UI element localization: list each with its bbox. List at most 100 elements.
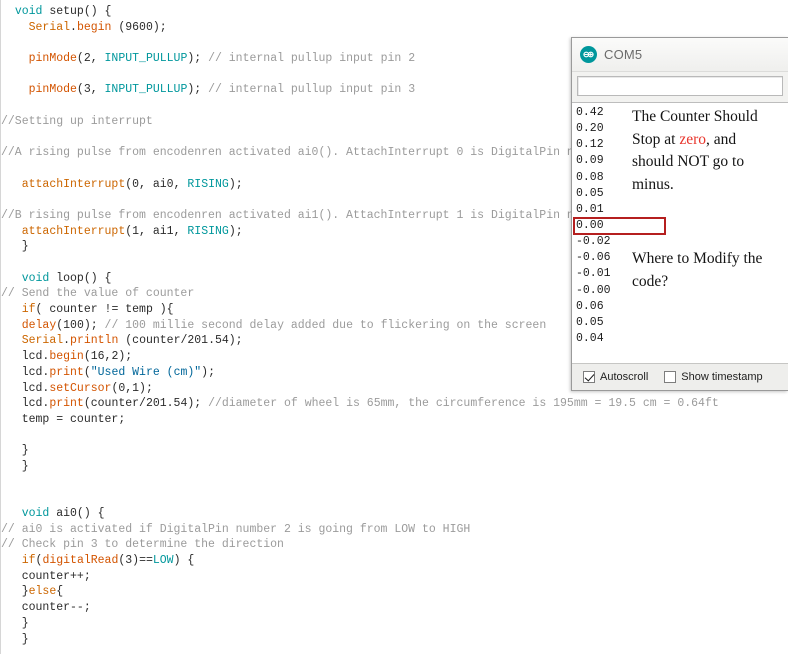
serial-value-row: 0.12	[576, 138, 604, 152]
show-timestamp-checkbox[interactable]: Show timestamp	[664, 371, 763, 383]
code-token: begin	[49, 350, 84, 364]
code-line: counter++;	[1, 569, 719, 585]
code-token: void	[21, 507, 50, 520]
code-token: delay	[21, 318, 57, 332]
code-token: lcd.	[21, 365, 50, 379]
code-token: }	[1, 616, 29, 630]
code-token: //B rising pulse from encodenren activat…	[1, 208, 595, 222]
code-token: void	[21, 271, 50, 285]
code-token: if	[21, 554, 36, 568]
code-line: }	[1, 632, 719, 648]
where-to-modify-note: Where to Modify the code?	[632, 248, 782, 293]
code-line: void ai0() {	[1, 506, 719, 522]
code-token: LOW	[152, 554, 174, 568]
code-token: }	[1, 585, 29, 599]
serial-send-row	[572, 72, 788, 102]
serial-value-row: -0.00	[576, 283, 611, 297]
code-token: // Send the value of counter	[1, 287, 195, 301]
code-token: attachInterrupt	[21, 177, 126, 191]
autoscroll-checkbox[interactable]: Autoscroll	[583, 371, 648, 383]
code-token: ai1	[152, 224, 174, 238]
code-token: // ai0 is activated if DigitalPin number…	[1, 522, 471, 536]
serial-value-row: -0.06	[576, 251, 611, 265]
code-token: Serial	[28, 20, 71, 34]
code-token: ai0	[152, 177, 174, 191]
code-token: );	[228, 224, 243, 238]
serial-value-row: -0.02	[576, 235, 611, 249]
serial-value-row: 0.42	[576, 106, 604, 119]
code-token: ) {	[173, 554, 195, 568]
code-token: (	[83, 365, 91, 379]
code-token: (16,2);	[83, 350, 133, 364]
code-token: INPUT_PULLUP	[104, 52, 188, 66]
code-token: lcd.	[21, 381, 50, 395]
annotation-accent-word: zero	[679, 130, 707, 148]
code-token: counter++;	[1, 569, 91, 583]
serial-value-row: -0.01	[576, 267, 611, 281]
serial-value-row: 0.04	[576, 331, 604, 345]
serial-monitor-footer: Autoscroll Show timestamp	[572, 363, 788, 390]
code-line: lcd.print(counter/201.54); //diameter of…	[1, 396, 719, 412]
code-token: digitalRead	[42, 554, 119, 568]
code-line: }	[1, 459, 719, 475]
code-token: );	[187, 52, 209, 66]
code-line: }else{	[1, 584, 719, 600]
code-token: ai0() {	[49, 507, 105, 520]
code-token: RISING	[187, 177, 229, 191]
code-line: temp = counter;	[1, 412, 719, 428]
code-token: print	[49, 397, 84, 411]
code-token: (counter/201.54);	[83, 397, 209, 411]
code-token: void	[14, 5, 43, 18]
checkbox-box-autoscroll[interactable]	[583, 371, 595, 383]
code-token: .	[63, 334, 71, 348]
serial-value-row: 0.01	[576, 202, 604, 216]
code-token: ( counter != temp ){	[35, 303, 174, 317]
code-token: setup	[49, 5, 84, 18]
code-token: lcd.	[21, 350, 50, 364]
arduino-infinity-icon	[580, 46, 597, 63]
code-line: Serial.begin (9600);	[1, 20, 719, 36]
checkbox-box-timestamp[interactable]	[664, 371, 677, 383]
serial-value-row: 0.05	[576, 315, 604, 329]
code-token: (1,	[125, 224, 153, 238]
serial-output-panel[interactable]: 0.42 0.20 0.12 0.09 0.08 0.05 0.01 0.00 -0.02 -0.…	[572, 102, 788, 363]
code-token: (0,1);	[111, 381, 153, 395]
code-token: }	[1, 444, 29, 458]
code-token: print	[49, 365, 84, 379]
code-token: (0,	[125, 177, 153, 191]
serial-monitor-window[interactable]: COM5 0.42 0.20 0.12 0.09 0.08 0.05 0.01 0.00 -0.…	[571, 37, 788, 391]
code-token: RISING	[187, 224, 229, 238]
serial-value-row: 0.08	[576, 170, 604, 184]
code-token: // 100 millie second delay added due to …	[104, 318, 547, 332]
counter-should-stop-note: The Counter Should Stop at zero, and sho…	[632, 106, 782, 196]
code-token: begin	[76, 20, 112, 34]
code-line: }	[1, 616, 719, 632]
code-token: //A rising pulse from encodenren activat…	[1, 146, 595, 160]
code-line: counter--;	[1, 600, 719, 616]
code-token: );	[228, 177, 243, 191]
serial-value-row: 0.06	[576, 299, 604, 313]
code-token: if	[21, 303, 36, 317]
serial-value-row: 0.05	[576, 186, 604, 200]
code-line: }	[1, 443, 719, 459]
code-token: println	[70, 334, 119, 348]
code-token: "Used Wire (cm)"	[90, 365, 202, 379]
show-timestamp-label: Show timestamp	[681, 371, 763, 383]
serial-monitor-titlebar[interactable]: COM5	[572, 38, 788, 72]
serial-send-input[interactable]	[577, 76, 783, 96]
code-token: attachInterrupt	[21, 224, 126, 238]
code-token: pinMode	[28, 52, 77, 66]
